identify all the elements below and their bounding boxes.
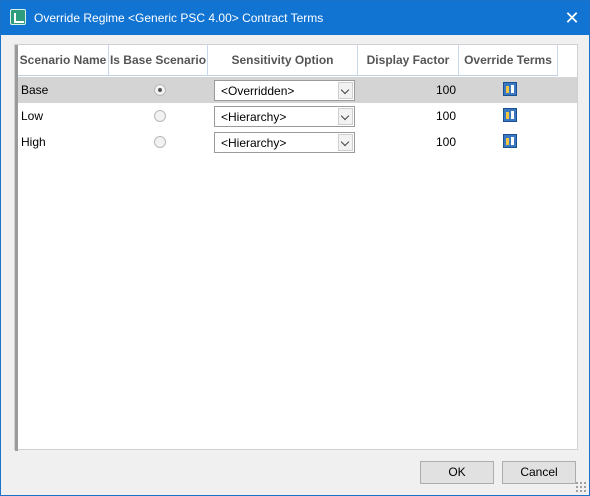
table-row-low[interactable]: Low <Hierarchy> 100 [18,103,577,129]
column-header-display-factor[interactable]: Display Factor [358,45,459,76]
sensitivity-option-value: <Overridden> [221,84,295,98]
display-factor-cell[interactable]: 100 [358,109,456,123]
column-header-sensitivity-option[interactable]: Sensitivity Option [208,45,358,76]
resize-grip-icon[interactable] [575,481,587,493]
column-header-override-terms[interactable]: Override Terms [459,45,558,76]
table-row-high[interactable]: High <Hierarchy> 100 [18,129,577,155]
sensitivity-option-dropdown[interactable]: <Hierarchy> [214,106,355,127]
chevron-down-icon[interactable] [338,108,353,125]
is-base-scenario-radio[interactable] [154,110,166,122]
is-base-scenario-radio[interactable] [154,136,166,148]
override-terms-icon[interactable] [503,134,517,148]
title-bar[interactable]: Override Regime <Generic PSC 4.00> Contr… [1,1,589,35]
override-terms-icon[interactable] [503,108,517,122]
column-header-scenario-name[interactable]: Scenario Name [18,45,109,76]
override-terms-icon[interactable] [503,82,517,96]
table-row-base[interactable]: Base <Overridden> 100 [18,77,577,103]
column-header-is-base-scenario[interactable]: Is Base Scenario [109,45,208,76]
sensitivity-option-dropdown[interactable]: <Hierarchy> [214,132,355,153]
scenario-grid: Scenario Name Is Base Scenario Sensitivi… [14,44,578,451]
is-base-scenario-radio[interactable] [154,84,166,96]
chevron-down-icon[interactable] [338,134,353,151]
cancel-button[interactable]: Cancel [502,461,576,484]
chevron-down-icon[interactable] [338,82,353,99]
scenario-name-cell: High [21,135,46,149]
display-factor-cell[interactable]: 100 [358,83,456,97]
display-factor-cell[interactable]: 100 [358,135,456,149]
window-title: Override Regime <Generic PSC 4.00> Contr… [34,11,324,25]
app-chart-icon [10,9,26,25]
sensitivity-option-value: <Hierarchy> [221,110,287,124]
override-terms-dialog: Override Regime <Generic PSC 4.00> Contr… [0,0,590,496]
scenario-name-cell: Low [21,109,44,123]
scenario-name-cell: Base [21,83,49,97]
sensitivity-option-dropdown[interactable]: <Overridden> [214,80,355,101]
sensitivity-option-value: <Hierarchy> [221,136,287,150]
ok-button[interactable]: OK [420,461,494,484]
close-button[interactable]: ✕ [555,1,589,35]
